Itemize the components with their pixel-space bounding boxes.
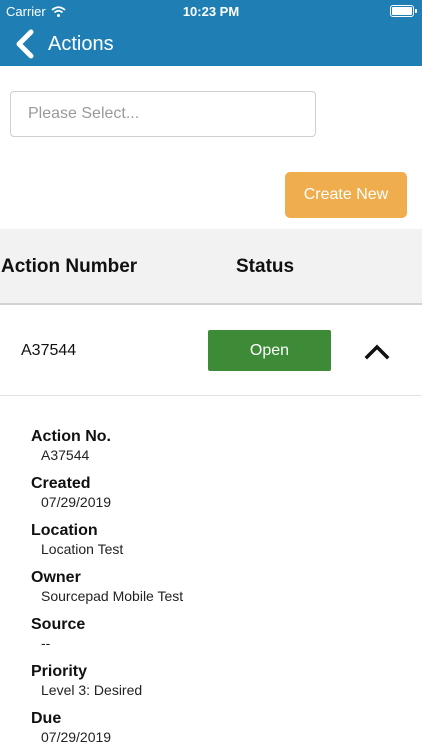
detail-label: Due — [31, 710, 62, 727]
navigation-bar: Actions — [0, 22, 422, 66]
detail-value: Level 3: Desired — [41, 682, 143, 698]
create-new-button[interactable]: Create New — [285, 172, 407, 218]
detail-value: 07/29/2019 — [41, 494, 112, 510]
page-title: Actions — [48, 32, 114, 55]
status-badge: Open — [208, 330, 331, 371]
column-header-status: Status — [236, 256, 295, 277]
detail-location: Location Location Test — [31, 521, 391, 568]
detail-created: Created 07/29/2019 — [31, 474, 391, 521]
detail-value: 07/29/2019 — [41, 729, 112, 745]
detail-owner: Owner Sourcepad Mobile Test — [31, 568, 391, 615]
detail-value: -- — [41, 635, 51, 651]
detail-label: Created — [31, 475, 91, 492]
action-number-cell: A37544 — [21, 342, 77, 359]
detail-priority: Priority Level 3: Desired — [31, 662, 391, 709]
select-placeholder: Please Select... — [28, 105, 140, 122]
detail-label: Action No. — [31, 428, 111, 445]
action-select[interactable]: Please Select... — [10, 91, 316, 137]
detail-label: Priority — [31, 663, 88, 680]
chevron-left-icon — [16, 29, 34, 59]
table-row[interactable]: A37544 Open — [0, 307, 422, 396]
detail-due: Due 07/29/2019 — [31, 709, 391, 750]
battery-icon — [390, 5, 417, 17]
status-bar: Carrier 10:23 PM — [0, 0, 422, 22]
detail-action-no: Action No. A37544 — [31, 427, 391, 474]
detail-source: Source -- — [31, 615, 391, 662]
clock: 10:23 PM — [182, 4, 240, 19]
detail-label: Owner — [31, 569, 81, 586]
detail-label: Location — [31, 522, 98, 539]
column-header-action-number: Action Number — [1, 256, 138, 277]
detail-value: Sourcepad Mobile Test — [41, 588, 184, 604]
table-header: Action Number Status — [0, 229, 422, 305]
chevron-up-icon[interactable] — [363, 341, 391, 361]
action-details: Action No. A37544 Created 07/29/2019 Loc… — [31, 427, 391, 750]
detail-value: Location Test — [41, 541, 124, 557]
detail-value: A37544 — [41, 447, 90, 463]
detail-label: Source — [31, 616, 86, 633]
back-button[interactable]: Actions — [0, 29, 114, 59]
